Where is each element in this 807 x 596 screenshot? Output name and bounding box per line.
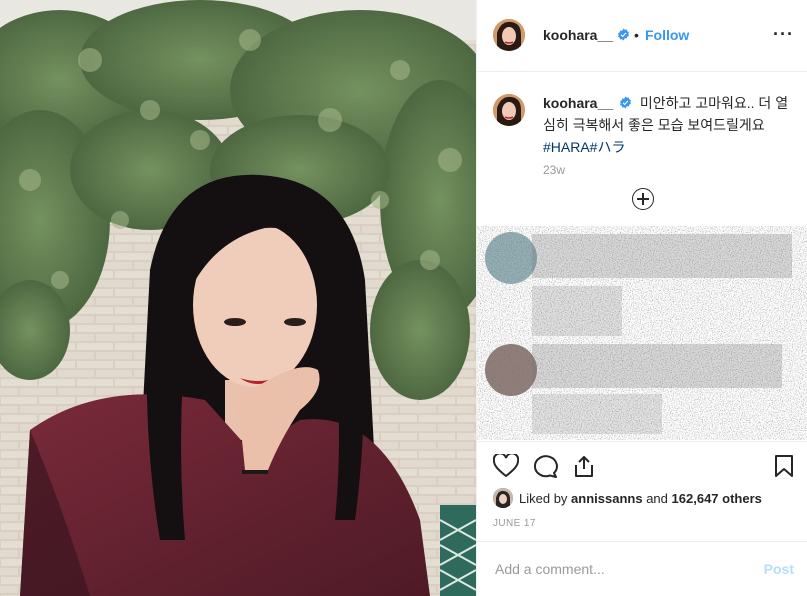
photo-image — [0, 0, 476, 596]
share-icon[interactable] — [572, 454, 596, 478]
comment-bar: Post — [477, 541, 807, 596]
author-username[interactable]: koohara__ — [543, 27, 613, 43]
more-options-icon[interactable]: ··· — [773, 24, 794, 45]
obscured-comments — [477, 226, 807, 440]
caption-username[interactable]: koohara__ — [543, 95, 613, 111]
pixelated-comments-graphic — [477, 226, 807, 440]
verified-badge-icon — [620, 96, 631, 109]
liker-avatar[interactable] — [493, 488, 513, 508]
likes-summary: Liked by annissanns and 162,647 others — [493, 486, 762, 510]
likes-count[interactable]: 162,647 others — [672, 491, 762, 506]
post-header: koohara__ • Follow ··· — [477, 0, 807, 72]
comment-icon[interactable] — [532, 454, 558, 478]
bookmark-icon[interactable] — [774, 454, 794, 478]
heart-icon[interactable] — [493, 454, 519, 478]
load-more-icon[interactable] — [632, 188, 654, 210]
post-details-panel: koohara__ • Follow ··· koohara__ 미안하고 고마… — [476, 0, 807, 596]
follow-button[interactable]: Follow — [645, 27, 689, 43]
post-date[interactable]: JUNE 17 — [493, 518, 536, 529]
comment-input[interactable] — [493, 560, 747, 578]
separator-dot: • — [634, 27, 639, 43]
liker-avatar-image — [493, 488, 513, 508]
avatar-image — [493, 94, 525, 126]
caption-hashtags[interactable]: #HARA#ハラ — [543, 139, 625, 155]
author-avatar[interactable] — [493, 19, 525, 51]
verified-badge-icon — [618, 28, 629, 41]
caption-avatar[interactable] — [493, 94, 525, 126]
caption-age: 23w — [543, 163, 566, 177]
avatar-image — [493, 19, 525, 51]
post-caption: koohara__ 미안하고 고마워요.. 더 열심히 극복해서 좋은 모습 보… — [543, 92, 793, 158]
likes-prefix: Liked by — [519, 490, 568, 506]
liker-username[interactable]: annissanns — [571, 491, 643, 506]
instagram-post: koohara__ • Follow ··· koohara__ 미안하고 고마… — [0, 0, 807, 596]
likes-and: and — [646, 490, 668, 506]
post-comment-button[interactable]: Post — [764, 561, 794, 577]
post-photo[interactable] — [0, 0, 476, 596]
